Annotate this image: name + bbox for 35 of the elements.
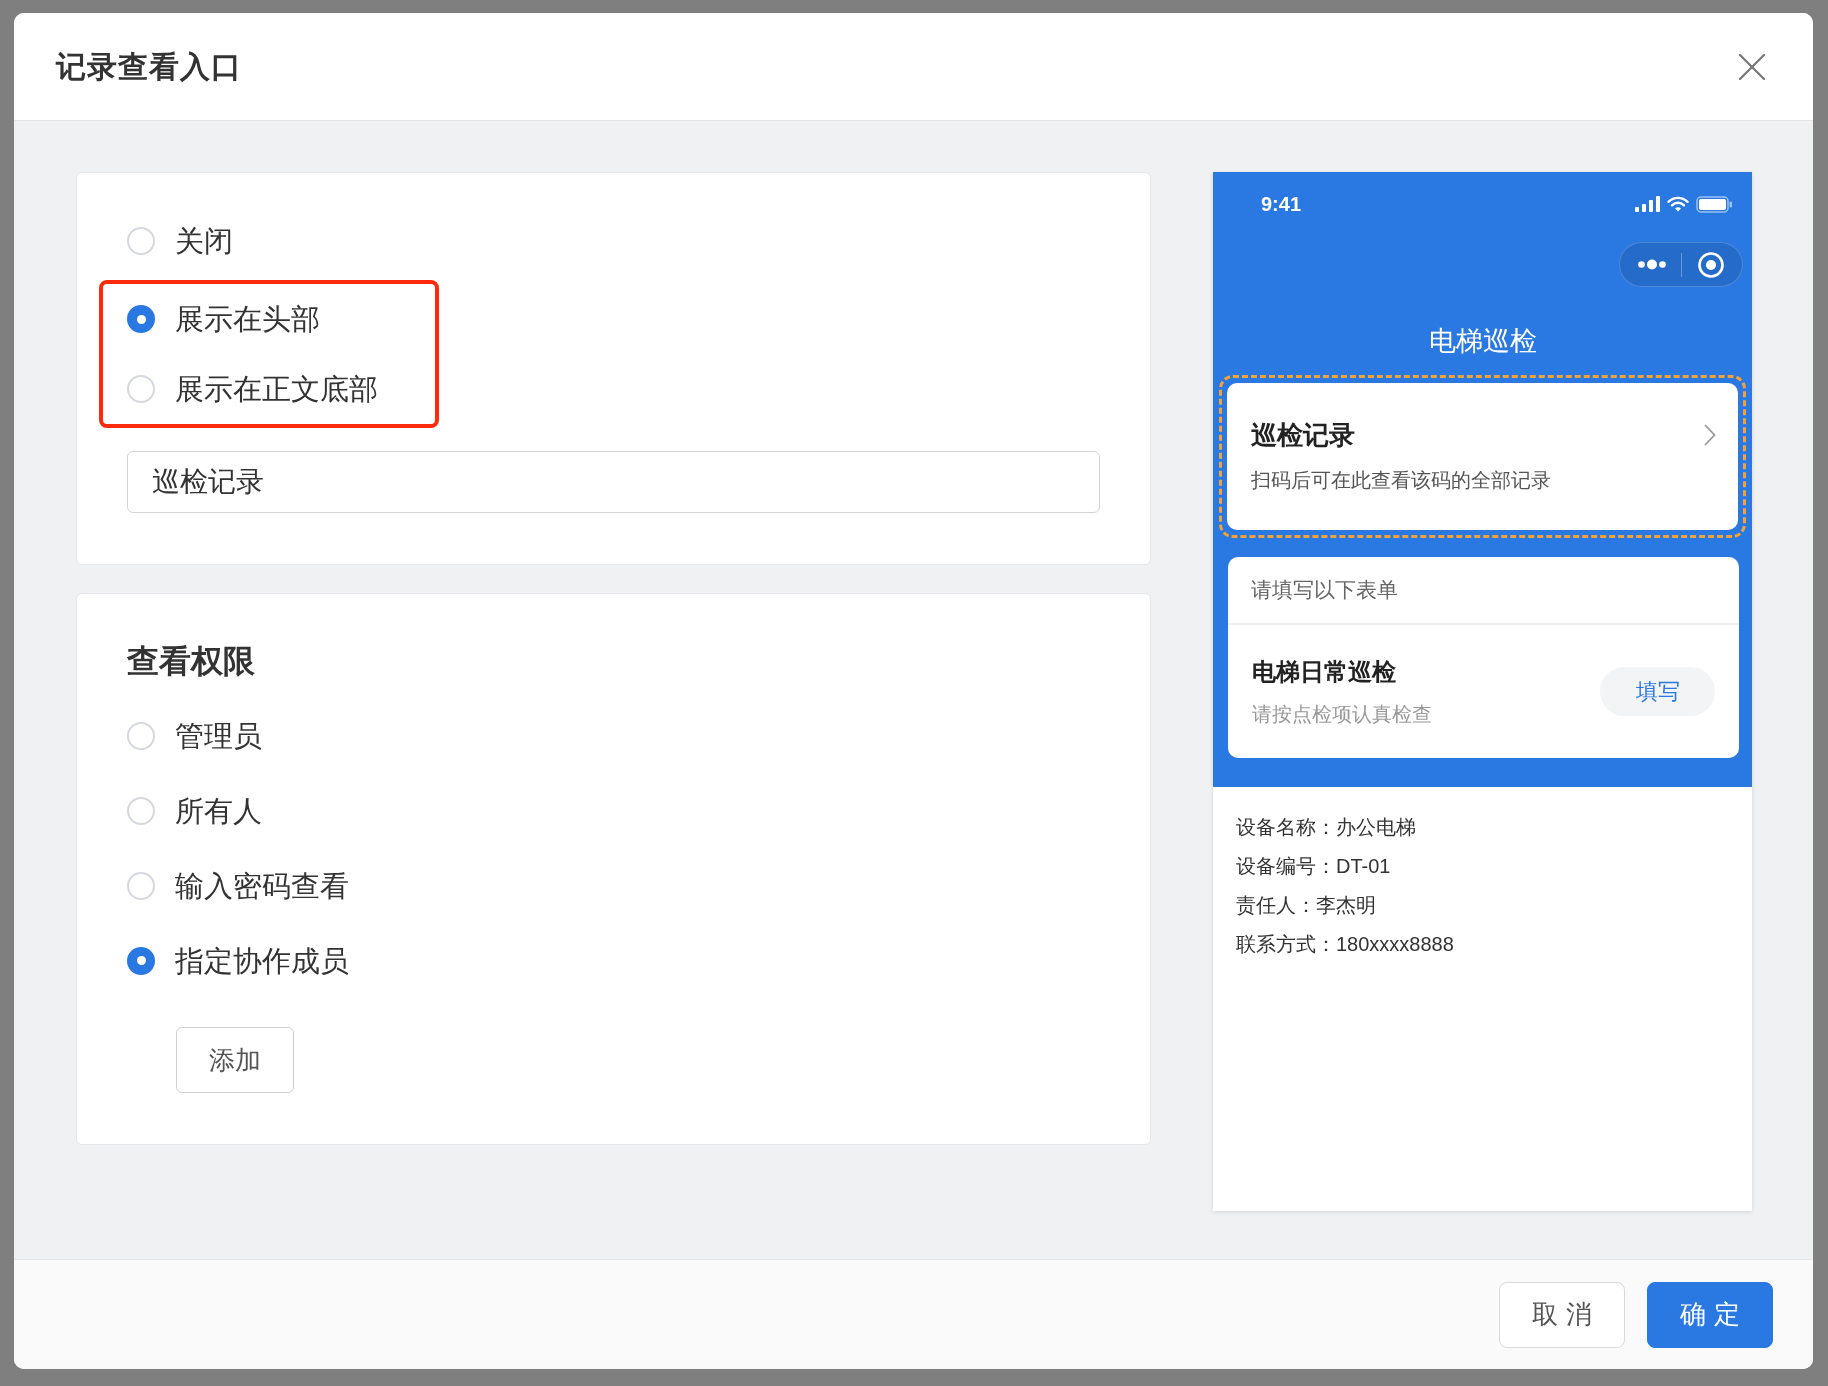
close-icon <box>1739 53 1765 80</box>
info-text: 设备名称：办公电梯 <box>1236 815 1416 840</box>
chevron-right-icon <box>1704 424 1716 446</box>
form-subtitle: 请按点检项认真检查 <box>1252 702 1432 727</box>
radio-label[interactable]: 输入密码查看 <box>175 867 349 904</box>
fill-button[interactable]: 填写 <box>1600 667 1715 716</box>
info-text: 设备编号：DT-01 <box>1236 854 1391 879</box>
record-subtitle: 扫码后可在此查看该码的全部记录 <box>1251 468 1552 493</box>
dialog-title: 记录查看入口 <box>56 48 242 85</box>
more-icon <box>1637 259 1666 270</box>
entry-name-input[interactable]: 巡检记录 <box>127 451 1100 513</box>
radio-label[interactable]: 关闭 <box>175 222 233 259</box>
radio-label[interactable]: 管理员 <box>175 717 262 754</box>
info-text: 责任人：李杰明 <box>1236 893 1376 918</box>
section-title: 查看权限 <box>127 642 255 681</box>
radio-label[interactable]: 展示在头部 <box>175 301 320 337</box>
form-title: 电梯日常巡检 <box>1252 657 1396 687</box>
info-text: 联系方式：180xxxx8888 <box>1236 932 1454 957</box>
radio-button[interactable] <box>127 305 155 333</box>
radio-label[interactable]: 指定协作成员 <box>175 942 349 979</box>
radio-button[interactable] <box>127 946 155 975</box>
target-icon <box>1698 251 1725 278</box>
wifi-icon <box>1667 196 1689 212</box>
close-button[interactable] <box>1739 53 1765 80</box>
add-button[interactable]: 添加 <box>176 1027 294 1093</box>
battery-icon <box>1696 195 1733 213</box>
cancel-button[interactable]: 取 消 <box>1499 1281 1625 1348</box>
record-title: 巡检记录 <box>1251 419 1355 452</box>
form-header-text: 请填写以下表单 <box>1251 577 1398 603</box>
signal-icon <box>1635 196 1660 212</box>
page-title: 电梯巡检 <box>1428 325 1537 358</box>
radio-label[interactable]: 所有人 <box>175 792 262 829</box>
confirm-button[interactable]: 确 定 <box>1647 1281 1773 1348</box>
radio-label[interactable]: 展示在正文底部 <box>175 371 378 407</box>
status-time: 9:41 <box>1261 192 1302 216</box>
